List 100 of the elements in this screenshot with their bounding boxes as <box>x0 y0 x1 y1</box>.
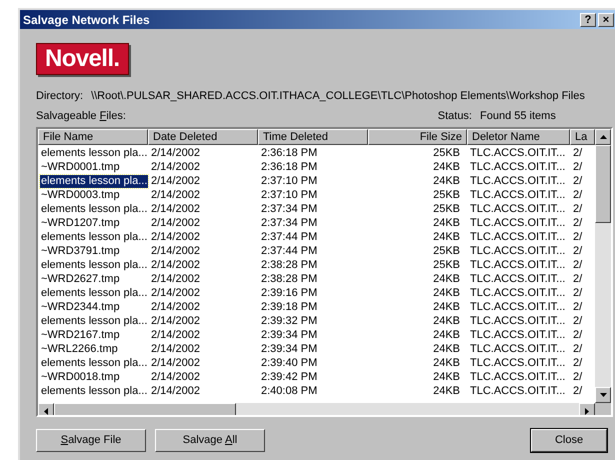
column-header[interactable]: File Name <box>38 129 148 145</box>
table-cell: 2/14/2002 <box>150 202 201 216</box>
table-cell: 2:40:08 PM <box>260 384 318 398</box>
table-cell: 2:36:18 PM <box>260 146 318 160</box>
column-header[interactable]: File Size <box>368 129 467 145</box>
table-cell: 2/ <box>572 286 584 300</box>
scroll-right-button[interactable] <box>579 403 595 415</box>
table-cell: 2/14/2002 <box>150 188 201 202</box>
table-cell: 2:39:34 PM <box>260 342 318 356</box>
table-cell: 2/14/2002 <box>150 230 201 244</box>
table-cell: TLC.ACCS.OIT.IT... <box>469 286 566 300</box>
file-name-cell[interactable]: elements lesson pla... <box>40 356 148 370</box>
table-cell: 2:38:28 PM <box>260 258 318 272</box>
file-name-cell[interactable]: ~WRD2344.tmp <box>40 300 121 314</box>
table-cell: 2/ <box>572 272 584 286</box>
table-cell: TLC.ACCS.OIT.IT... <box>469 370 566 384</box>
table-cell: 2:36:18 PM <box>260 160 318 174</box>
table-cell: 2:39:42 PM <box>260 370 318 384</box>
table-cell: 2:37:34 PM <box>260 202 318 216</box>
table-cell: 2:39:40 PM <box>260 356 318 370</box>
file-name-cell[interactable]: ~WRD2167.tmp <box>40 328 121 342</box>
table-cell: TLC.ACCS.OIT.IT... <box>469 314 566 328</box>
table-cell: 2:37:10 PM <box>260 188 318 202</box>
file-name-cell[interactable]: ~WRL2266.tmp <box>40 342 119 356</box>
table-cell: 2:39:32 PM <box>260 314 318 328</box>
table-cell: 2/14/2002 <box>150 258 201 272</box>
horizontal-scrollbar[interactable] <box>38 403 595 415</box>
column-header[interactable]: Time Deleted <box>258 129 368 145</box>
table-cell: 2/14/2002 <box>150 174 201 188</box>
column-header[interactable]: Deletor Name <box>467 129 570 145</box>
file-name-cell[interactable]: ~WRD1207.tmp <box>40 216 121 230</box>
table-cell: 2/ <box>572 356 584 370</box>
file-name-cell[interactable]: elements lesson pla... <box>40 202 148 216</box>
table-cell: TLC.ACCS.OIT.IT... <box>469 216 566 230</box>
table-cell: 2/ <box>572 314 584 328</box>
table-cell: TLC.ACCS.OIT.IT... <box>469 384 566 398</box>
vertical-scrollbar[interactable] <box>595 129 611 403</box>
table-cell: TLC.ACCS.OIT.IT... <box>469 300 566 314</box>
table-cell: TLC.ACCS.OIT.IT... <box>469 342 566 356</box>
scroll-up-button[interactable] <box>595 129 611 145</box>
table-cell: 2/ <box>572 188 584 202</box>
table-cell: 24KB <box>432 384 461 398</box>
file-name-cell[interactable]: ~WRD0003.tmp <box>40 188 121 202</box>
dialog-button[interactable]: Salvage All <box>155 429 265 452</box>
table-cell: 2/ <box>572 216 584 230</box>
column-header[interactable]: La <box>570 129 595 145</box>
table-cell: 24KB <box>432 300 461 314</box>
dialog-button[interactable]: Close <box>531 429 607 452</box>
help-button[interactable]: ? <box>580 12 596 26</box>
table-cell: 24KB <box>432 272 461 286</box>
left-arrow-icon <box>44 408 48 414</box>
table-cell: TLC.ACCS.OIT.IT... <box>469 202 566 216</box>
directory-path: \\Root\.PULSAR_SHARED.ACCS.OIT.ITHACA_COLLEGE\TLC\Photoshop Elements\Workshop Files <box>91 88 585 104</box>
table-cell: TLC.ACCS.OIT.IT... <box>469 160 566 174</box>
file-name-cell[interactable]: elements lesson pla... <box>40 174 148 188</box>
table-cell: 2/14/2002 <box>150 286 201 300</box>
table-cell: 25KB <box>432 146 461 160</box>
table-cell: 25KB <box>432 244 461 258</box>
table-cell: 2/14/2002 <box>150 314 201 328</box>
column-header[interactable]: Date Deleted <box>148 129 258 145</box>
logo: Novell. <box>36 43 128 75</box>
dialog-button[interactable]: Salvage File <box>36 429 146 452</box>
scroll-thumb[interactable] <box>595 145 611 223</box>
file-name-cell[interactable]: ~WRD2627.tmp <box>40 272 121 286</box>
file-name-cell[interactable]: ~WRD3791.tmp <box>40 244 121 258</box>
file-name-cell[interactable]: elements lesson pla... <box>40 384 148 398</box>
file-name-cell[interactable]: elements lesson pla... <box>40 286 148 300</box>
file-name-cell[interactable]: elements lesson pla... <box>40 146 148 160</box>
table-cell: 2:37:34 PM <box>260 216 318 230</box>
list-label: Salvageable Files: <box>36 108 127 124</box>
table-cell: 2/ <box>572 258 584 272</box>
directory-label: Directory: <box>36 88 84 104</box>
file-name-cell[interactable]: elements lesson pla... <box>40 230 148 244</box>
table-cell: 2/ <box>572 370 584 384</box>
table-cell: 2/ <box>572 146 584 160</box>
file-name-cell[interactable]: ~WRD0001.tmp <box>40 160 121 174</box>
scroll-down-button[interactable] <box>595 387 611 403</box>
table-cell: TLC.ACCS.OIT.IT... <box>469 328 566 342</box>
close-button[interactable]: × <box>598 12 614 26</box>
scroll-thumb[interactable] <box>54 403 236 415</box>
file-name-cell[interactable]: ~WRD0018.tmp <box>40 370 121 384</box>
file-name-cell[interactable]: elements lesson pla... <box>40 314 148 328</box>
table-cell: TLC.ACCS.OIT.IT... <box>469 174 566 188</box>
scroll-left-button[interactable] <box>38 403 54 415</box>
window-title: Salvage Network Files <box>23 12 151 28</box>
table-cell: 24KB <box>432 356 461 370</box>
table-cell: 2/14/2002 <box>150 244 201 258</box>
table-cell: 25KB <box>432 188 461 202</box>
table-cell: TLC.ACCS.OIT.IT... <box>469 244 566 258</box>
table-cell: 2/ <box>572 384 584 398</box>
table-cell: 2/14/2002 <box>150 216 201 230</box>
table-cell: 24KB <box>432 160 461 174</box>
table-cell: 2:37:44 PM <box>260 244 318 258</box>
right-arrow-icon <box>585 408 589 414</box>
file-name-cell[interactable]: elements lesson pla... <box>40 258 148 272</box>
table-cell: 2:37:10 PM <box>260 174 318 188</box>
table-cell: 2/ <box>572 342 584 356</box>
scrollbar-corner <box>595 403 611 415</box>
table-cell: 2:39:34 PM <box>260 328 318 342</box>
table-cell: 2/14/2002 <box>150 160 201 174</box>
